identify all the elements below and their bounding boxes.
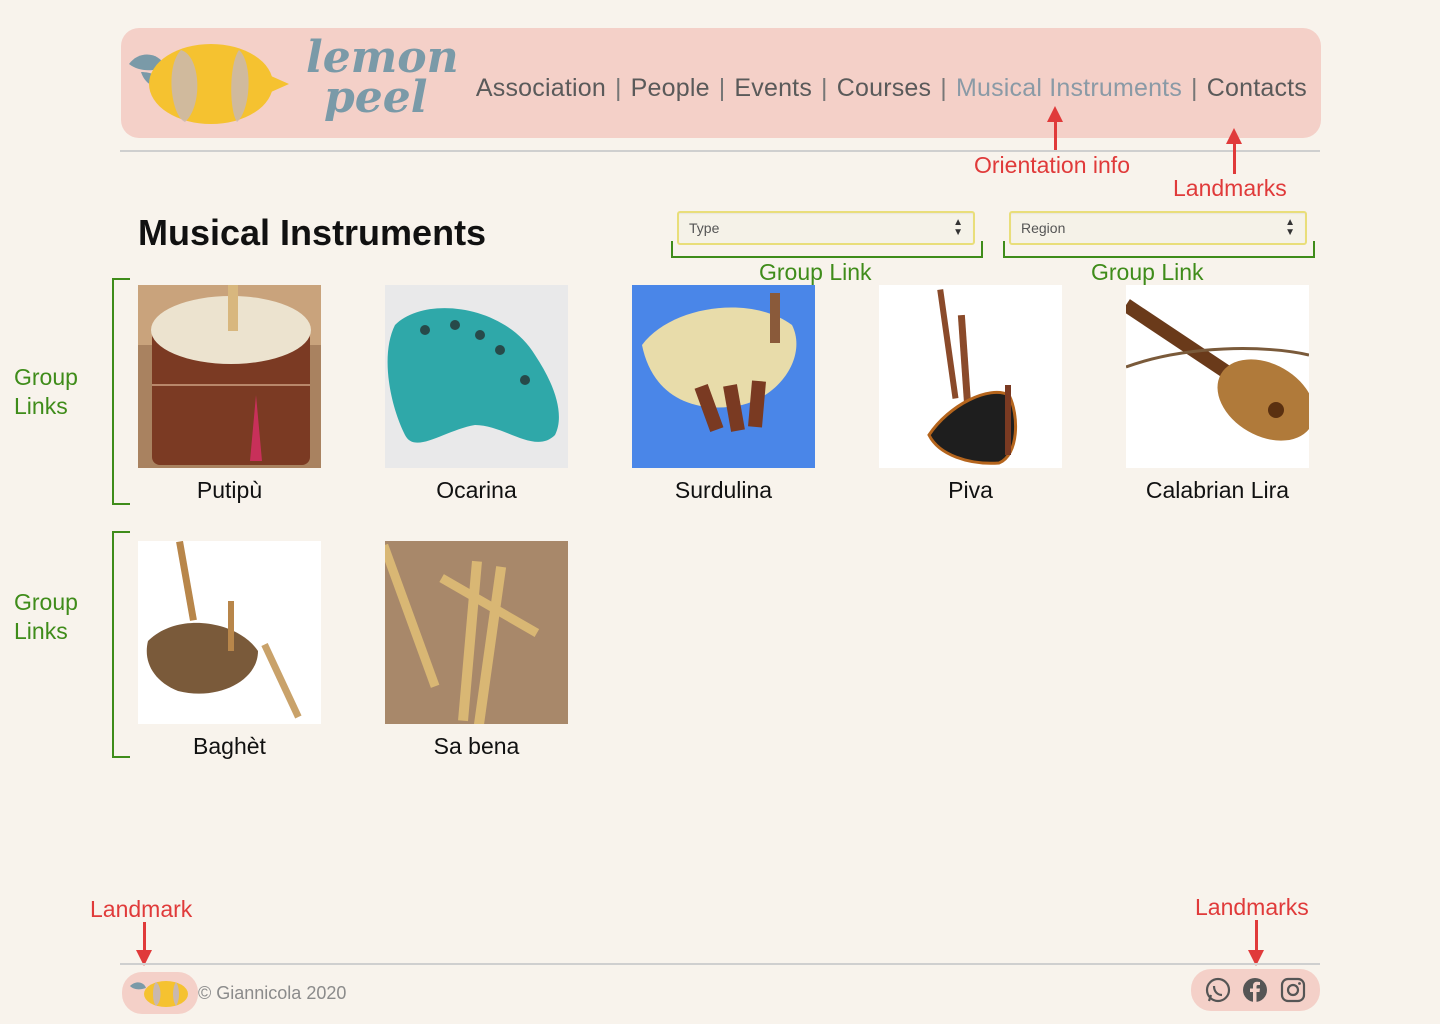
annotation-arrow [136, 922, 152, 966]
annotation-text: Group [14, 589, 78, 615]
header-divider [120, 150, 1320, 152]
annotation-bracket [112, 278, 130, 505]
instrument-name: Ocarina [436, 477, 517, 503]
annotation-bracket [112, 531, 130, 758]
instrument-card-sa-bena[interactable]: Sa bena [385, 541, 568, 760]
nav-events[interactable]: Events [734, 74, 812, 103]
ocarina-image[interactable] [385, 285, 568, 468]
logo-wordmark[interactable]: lemon peel [306, 36, 459, 123]
nav-separator: | [718, 74, 726, 102]
lemon-logo-icon [130, 981, 188, 1007]
instrument-card-piva[interactable]: Piva [879, 285, 1062, 504]
frame-drum-image[interactable] [138, 285, 321, 468]
annotation-landmarks-footer: Landmarks [1195, 894, 1309, 920]
nav-association[interactable]: Association [476, 74, 606, 103]
instrument-card-calabrian-lira[interactable]: Calabrian Lira [1126, 285, 1309, 504]
nav-musical-instruments[interactable]: Musical Instruments [956, 74, 1182, 103]
chevron-updown-icon: ▲ ▼ [1285, 217, 1295, 238]
chevron-updown-icon: ▲ ▼ [953, 217, 963, 238]
annotation-arrow [1047, 106, 1063, 150]
instrument-name: Baghèt [193, 733, 266, 759]
instrument-name: Sa bena [433, 733, 520, 759]
nav-separator: | [940, 74, 947, 102]
nav-separator: | [614, 74, 622, 102]
annotation-group-link-type: Group Link [759, 259, 872, 285]
instrument-card-ocarina[interactable]: Ocarina [385, 285, 568, 504]
bagpipe-image[interactable] [138, 541, 321, 724]
lira-image[interactable] [1126, 285, 1309, 468]
annotation-group-links-row1: Group Links [14, 363, 78, 421]
bagpipe-image[interactable] [879, 285, 1062, 468]
instagram-icon[interactable] [1279, 976, 1307, 1004]
annotation-text: Links [14, 618, 68, 644]
nav-separator: | [1191, 74, 1198, 102]
social-links [1191, 969, 1320, 1011]
instrument-card-putipu[interactable]: Putipù [138, 285, 321, 504]
region-select-value: Region [1021, 220, 1066, 236]
annotation-text: Group [14, 364, 78, 390]
instrument-name: Surdulina [674, 477, 773, 503]
annotation-landmarks-top: Landmarks [1173, 175, 1287, 201]
annotation-landmark-footer: Landmark [90, 896, 193, 922]
instrument-name: Calabrian Lira [1145, 477, 1290, 503]
footer-divider [120, 963, 1320, 965]
annotation-arrow [1248, 920, 1264, 966]
nav-people[interactable]: People [631, 74, 710, 103]
logo-line-2: peel [324, 72, 428, 123]
type-select[interactable]: Type ▲ ▼ [677, 211, 975, 245]
instrument-name: Putipù [196, 477, 263, 503]
instrument-card-baghet[interactable]: Baghèt [138, 541, 321, 760]
annotation-arrow [1226, 128, 1242, 174]
page-title: Musical Instruments [138, 212, 487, 253]
site-header: lemon peel Association | People | Events… [121, 28, 1321, 138]
annotation-bracket [671, 241, 983, 258]
annotation-text: Links [14, 393, 68, 419]
annotation-bracket [1003, 241, 1315, 258]
main-nav: Association | People | Events | Courses … [476, 74, 1307, 103]
whatsapp-icon[interactable] [1204, 976, 1232, 1004]
lemon-logo-icon[interactable] [121, 36, 301, 131]
nav-contacts[interactable]: Contacts [1207, 74, 1307, 103]
annotation-group-link-region: Group Link [1091, 259, 1204, 285]
bagpipe-image[interactable] [632, 285, 815, 468]
nav-courses[interactable]: Courses [837, 74, 932, 103]
copyright-text: © Giannicola 2020 [198, 983, 347, 1003]
annotation-orientation-info: Orientation info [974, 152, 1130, 178]
facebook-icon[interactable] [1241, 976, 1269, 1004]
type-select-value: Type [689, 220, 720, 236]
annotation-group-links-row2: Group Links [14, 588, 78, 646]
reed-pipes-image[interactable] [385, 541, 568, 724]
nav-separator: | [821, 74, 828, 102]
footer-logo[interactable] [122, 972, 198, 1014]
instrument-name: Piva [948, 477, 993, 503]
instrument-card-surdulina[interactable]: Surdulina [632, 285, 815, 504]
region-select[interactable]: Region ▲ ▼ [1009, 211, 1307, 245]
